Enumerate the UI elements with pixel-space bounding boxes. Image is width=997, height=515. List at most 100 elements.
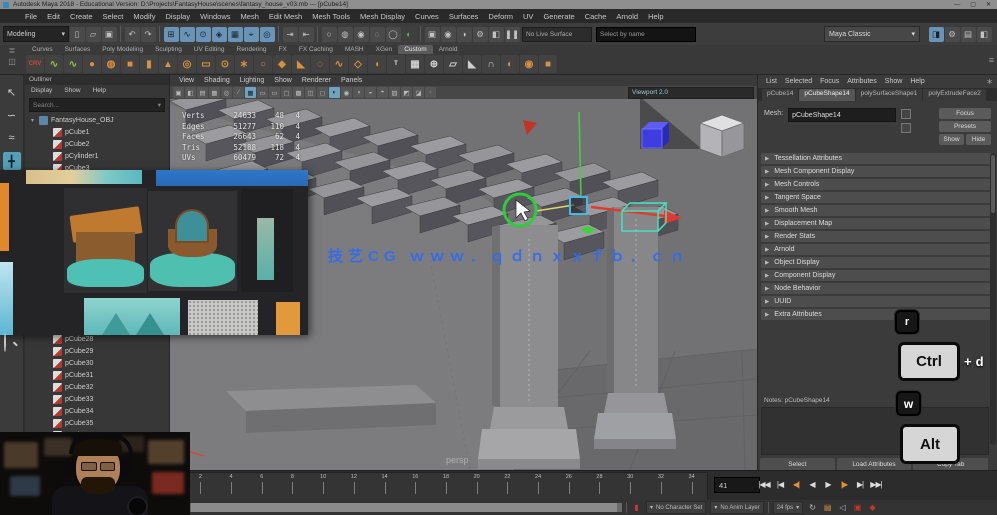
hide-button[interactable]: Hide: [966, 134, 991, 145]
safe-action-icon[interactable]: ◫: [305, 87, 316, 98]
save-scene-icon[interactable]: ▣: [102, 27, 117, 42]
menu-create[interactable]: Create: [65, 12, 98, 21]
mute-audio-icon[interactable]: ◁: [837, 503, 848, 512]
image-plane-icon[interactable]: ▦: [209, 87, 220, 98]
outliner-item-pcube1[interactable]: pCube1: [25, 126, 169, 138]
menu-help[interactable]: Help: [643, 12, 668, 21]
make-live-icon[interactable]: ⌖: [244, 27, 259, 42]
bevel-icon[interactable]: ◣: [463, 55, 481, 73]
timeline-tick-20[interactable]: 20: [461, 473, 492, 500]
target-weld-icon[interactable]: ⊕: [425, 55, 443, 73]
step-back-frame-button[interactable]: |◀: [774, 475, 786, 493]
poly-cube-2-icon[interactable]: ■: [539, 55, 557, 73]
timeline-tick-8[interactable]: 8: [277, 473, 308, 500]
modeling-toolkit-toggle-icon[interactable]: ◧: [977, 27, 992, 42]
set-key-icon[interactable]: ◆: [867, 503, 878, 512]
crv-tool-icon[interactable]: CRV: [26, 55, 44, 73]
reference-thumbnail-harbor[interactable]: [156, 170, 308, 186]
select-hierarchy-icon[interactable]: ○: [322, 27, 337, 42]
timeline-tick-22[interactable]: 22: [492, 473, 523, 500]
timeline-tick-34[interactable]: 34: [676, 473, 707, 500]
timeline-tick-12[interactable]: 12: [339, 473, 370, 500]
type-tool-icon[interactable]: T: [387, 55, 405, 73]
menu-file[interactable]: File: [20, 12, 42, 21]
render-current-frame-icon[interactable]: ◉: [441, 27, 456, 42]
live-surface-dropdown[interactable]: No Live Surface: [522, 27, 592, 42]
menu-set-dropdown[interactable]: Modeling ▾: [3, 26, 69, 42]
ae-tab-polyextrudeface2[interactable]: polyExtrudeFace2: [923, 89, 985, 101]
range-slider-bar[interactable]: [186, 503, 622, 512]
section-component-display[interactable]: ▶Component Display: [761, 270, 994, 281]
menu-generate[interactable]: Generate: [538, 12, 579, 21]
anim-layer-dropdown[interactable]: ▾ No Anim Layer: [710, 501, 763, 514]
section-extra-attributes[interactable]: ▶Extra Attributes: [761, 309, 994, 320]
viewport-menu-lighting[interactable]: Lighting: [235, 77, 270, 84]
menu-edit-mesh[interactable]: Edit Mesh: [264, 12, 307, 21]
play-backwards-button[interactable]: ◀: [806, 475, 818, 493]
close-button[interactable]: ✕: [983, 1, 994, 8]
record-icon[interactable]: ▣: [852, 503, 863, 512]
render-settings-icon[interactable]: ⚙: [473, 27, 488, 42]
reference-thumbnail-water-left[interactable]: [0, 262, 13, 335]
shelf-editor-icon[interactable]: ◫: [3, 57, 21, 66]
new-scene-icon[interactable]: ▯: [70, 27, 85, 42]
section-object-display[interactable]: ▶Object Display: [761, 257, 994, 268]
bezier-curve-icon[interactable]: ∿: [64, 55, 82, 73]
ae-tab-pcubeshape14[interactable]: pCubeShape14: [799, 89, 854, 101]
section-mesh-component-display[interactable]: ▶Mesh Component Display: [761, 166, 994, 177]
timeline-tick-14[interactable]: 14: [369, 473, 400, 500]
poly-disc-icon[interactable]: ⊙: [216, 55, 234, 73]
timeline-tick-24[interactable]: 24: [523, 473, 554, 500]
outliner-search-input[interactable]: Search... ▾: [29, 98, 165, 112]
minimize-button[interactable]: —: [951, 2, 963, 8]
select-tool-icon[interactable]: ↖: [3, 83, 21, 101]
viewport-menu-renderer[interactable]: Renderer: [297, 77, 336, 84]
shelf-tab-uv-editing[interactable]: UV Editing: [188, 45, 231, 54]
lasso-tool-icon[interactable]: ∽: [3, 106, 21, 124]
current-frame-field[interactable]: 41: [714, 477, 760, 493]
menu-mesh[interactable]: Mesh: [236, 12, 264, 21]
ae-menu-help[interactable]: Help: [906, 78, 928, 85]
outliner-menu-help[interactable]: Help: [93, 87, 106, 94]
menu-curves[interactable]: Curves: [410, 12, 444, 21]
poly-helix-icon[interactable]: ∿: [330, 55, 348, 73]
section-mesh-controls[interactable]: ▶Mesh Controls: [761, 179, 994, 190]
ae-menu-list[interactable]: List: [762, 78, 781, 85]
channel-box-toggle-icon[interactable]: ▤: [961, 27, 976, 42]
reference-image-board[interactable]: [0, 170, 308, 335]
camera-lock-icon[interactable]: ◧: [185, 87, 196, 98]
shelf-tab-fx[interactable]: FX: [273, 45, 293, 54]
isolate-select-icon[interactable]: ◩: [401, 87, 412, 98]
step-forward-key-button[interactable]: |▶: [838, 475, 850, 493]
viewport-menu-view[interactable]: View: [174, 77, 199, 84]
pan-zoom-icon[interactable]: ◎: [221, 87, 232, 98]
show-button[interactable]: Show: [939, 134, 964, 145]
select-component-icon[interactable]: ◉: [354, 27, 369, 42]
section-render-stats[interactable]: ▶Render Stats: [761, 231, 994, 242]
pin-icon[interactable]: ∗: [986, 77, 993, 86]
tool-settings-toggle-icon[interactable]: ⚙: [945, 27, 960, 42]
poly-soccer-ball-icon[interactable]: ○: [254, 55, 272, 73]
outliner-item-pcube33[interactable]: pCube33: [25, 393, 169, 405]
template-checkbox[interactable]: [901, 109, 911, 119]
menu-select[interactable]: Select: [98, 12, 129, 21]
playback-speed-dropdown[interactable]: 24 fps ▾: [773, 501, 803, 514]
step-forward-frame-button[interactable]: ▶|: [854, 475, 866, 493]
shelf-tab-sculpting[interactable]: Sculpting: [149, 45, 188, 54]
character-set-dropdown[interactable]: ▾ No Character Set: [646, 501, 706, 514]
resolution-gate-icon[interactable]: ▭: [269, 87, 280, 98]
menu-edit[interactable]: Edit: [42, 12, 65, 21]
history-checkbox[interactable]: [901, 123, 911, 133]
menu-surfaces[interactable]: Surfaces: [444, 12, 484, 21]
poly-cone-icon[interactable]: ▲: [159, 55, 177, 73]
outliner-menu-display[interactable]: Display: [31, 87, 52, 94]
all-lights-icon[interactable]: ◉: [341, 87, 352, 98]
shelf-tab-fx-caching[interactable]: FX Caching: [293, 45, 339, 54]
shadows-icon[interactable]: ◑: [353, 87, 364, 98]
play-forwards-button[interactable]: ▶: [822, 475, 834, 493]
outliner-item-pcube30[interactable]: pCube30: [25, 357, 169, 369]
gate-mask-icon[interactable]: ▢: [281, 87, 292, 98]
safe-title-icon[interactable]: ◻: [317, 87, 328, 98]
menu-modify[interactable]: Modify: [128, 12, 160, 21]
reference-thumbnail-sketch[interactable]: [188, 300, 258, 335]
